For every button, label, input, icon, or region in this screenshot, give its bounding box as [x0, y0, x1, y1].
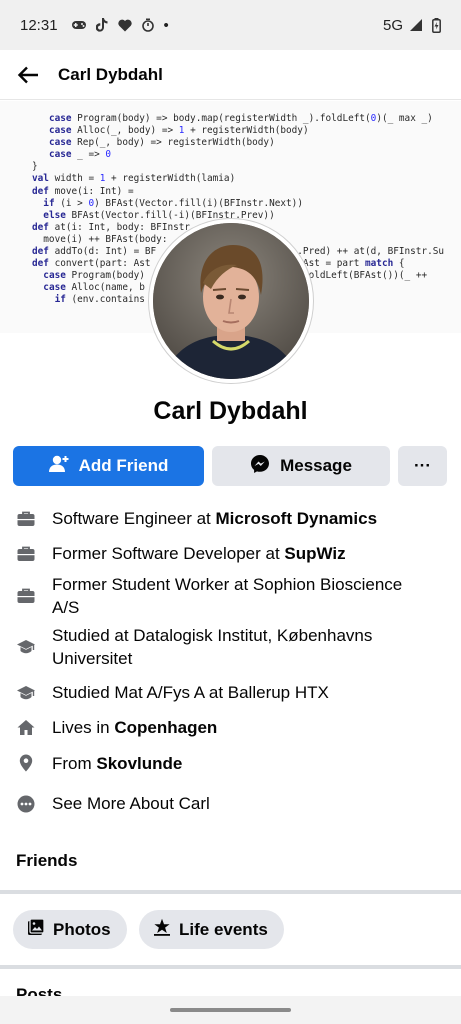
- briefcase-icon: [17, 545, 35, 563]
- gamepad-icon: [71, 18, 86, 32]
- graduation-cap-icon: [17, 684, 35, 702]
- messenger-icon: [250, 454, 270, 479]
- profile-avatar[interactable]: [149, 219, 313, 383]
- detail-text: From Skovlunde: [52, 754, 183, 773]
- profile-actions: Add Friend Message ···: [13, 446, 449, 486]
- section-divider: [0, 965, 461, 969]
- friends-title[interactable]: Friends: [16, 851, 77, 871]
- briefcase-icon: [17, 587, 35, 605]
- signal-icon: [409, 18, 423, 32]
- detail-text: Software Engineer at Microsoft Dynamics: [52, 509, 378, 528]
- life-events-chip[interactable]: Life events: [139, 910, 284, 949]
- home-gesture-handle[interactable]: [170, 1008, 291, 1012]
- detail-text: Studied Mat A/Fys A at Ballerup HTX: [52, 683, 329, 702]
- more-options-button[interactable]: ···: [398, 446, 447, 486]
- battery-icon: [429, 17, 443, 33]
- page-title: Carl Dybdahl: [58, 64, 163, 84]
- message-label: Message: [280, 456, 352, 475]
- photos-label: Photos: [53, 919, 111, 939]
- star-flag-icon: [153, 918, 171, 941]
- status-bar: 12:31 • 5G: [0, 0, 461, 50]
- photos-chip[interactable]: Photos: [13, 910, 127, 949]
- photos-icon: [27, 918, 45, 941]
- message-button[interactable]: Message: [212, 446, 390, 486]
- section-divider: [0, 890, 461, 894]
- notification-icons: •: [71, 16, 169, 34]
- home-icon: [17, 718, 35, 736]
- life-events-label: Life events: [179, 919, 268, 939]
- detail-text: Lives in Copenhagen: [52, 718, 218, 737]
- network-label: 5G: [382, 16, 403, 34]
- system-nav-bar: [0, 996, 461, 1024]
- add-friend-button[interactable]: Add Friend: [13, 446, 204, 486]
- briefcase-icon: [17, 510, 35, 528]
- graduation-cap-icon: [17, 638, 35, 656]
- tiktok-icon: [95, 18, 109, 32]
- detail-text: Former Student Worker at Sophion Bioscie…: [52, 575, 403, 617]
- heart-icon: [117, 18, 132, 32]
- detail-text: Studied at Datalogisk Institut, Københav…: [52, 626, 373, 668]
- status-dot: •: [163, 16, 169, 34]
- more-dots-icon: [17, 795, 35, 813]
- avatar-image: [153, 223, 309, 379]
- detail-text: Former Software Developer at SupWiz: [52, 544, 346, 563]
- detail-text: See More About Carl: [52, 794, 210, 813]
- add-friend-label: Add Friend: [78, 456, 169, 475]
- location-pin-icon: [17, 754, 35, 772]
- back-arrow-icon[interactable]: [14, 61, 42, 89]
- app-header: Carl Dybdahl: [0, 50, 461, 100]
- profile-name: Carl Dybdahl: [153, 397, 308, 425]
- more-options-label: ···: [414, 456, 431, 475]
- add-person-icon: [48, 455, 69, 478]
- status-time: 12:31: [20, 16, 58, 34]
- timer-icon: [141, 18, 155, 32]
- system-icons: 5G: [383, 17, 443, 34]
